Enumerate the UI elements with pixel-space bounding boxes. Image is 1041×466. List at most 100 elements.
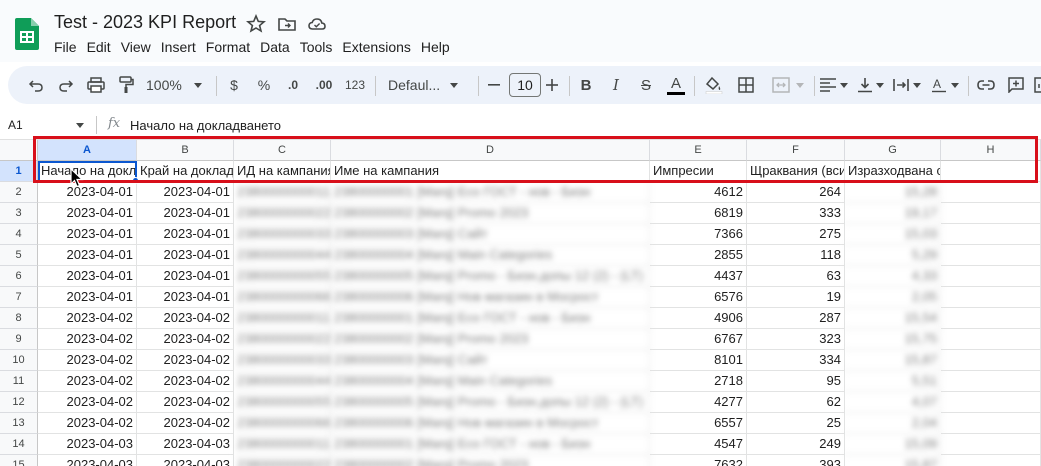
table-cell[interactable]: 4612	[650, 182, 747, 203]
table-cell[interactable]: 15,87	[845, 455, 941, 466]
row-header[interactable]: 7	[0, 287, 38, 308]
sheets-logo-icon[interactable]	[15, 18, 39, 50]
table-cell[interactable]: 393	[747, 455, 845, 466]
row-header[interactable]: 2	[0, 182, 38, 203]
table-cell[interactable]: 23800000001 [Marq] Eco ГОСТ - нов - Бизн	[331, 182, 650, 203]
table-cell[interactable]: 6767	[650, 329, 747, 350]
table-cell[interactable]: 7366	[650, 224, 747, 245]
table-cell[interactable]: 2023-04-01	[38, 266, 137, 287]
table-cell[interactable]: 23800000004 [Marq] Main Categories	[331, 245, 650, 266]
name-box[interactable]: A1	[8, 118, 23, 132]
table-cell[interactable]: 2380000000044	[234, 245, 331, 266]
bold-button[interactable]: B	[576, 66, 596, 104]
table-cell[interactable]: 2380000000022	[234, 455, 331, 466]
increase-decimal-button[interactable]: .00	[311, 66, 337, 104]
table-cell[interactable]: 275	[747, 224, 845, 245]
table-cell[interactable]	[941, 182, 1041, 203]
table-cell[interactable]: 62	[747, 392, 845, 413]
table-cell[interactable]: 6819	[650, 203, 747, 224]
table-cell[interactable]: 2023-04-02	[38, 413, 137, 434]
table-cell[interactable]: 4277	[650, 392, 747, 413]
table-cell[interactable]: 334	[747, 350, 845, 371]
column-header-h[interactable]: H	[941, 140, 1041, 161]
table-cell[interactable]: 2023-04-01	[38, 245, 137, 266]
table-cell[interactable]	[941, 308, 1041, 329]
table-cell[interactable]: 2023-04-03	[137, 455, 234, 466]
table-cell[interactable]: 2023-04-02	[137, 371, 234, 392]
table-cell[interactable]: 2380000000033	[234, 350, 331, 371]
table-cell[interactable]: 2023-04-02	[38, 350, 137, 371]
table-cell[interactable]: 2718	[650, 371, 747, 392]
table-cell[interactable]: 2023-04-02	[38, 308, 137, 329]
table-cell[interactable]: 264	[747, 182, 845, 203]
table-cell[interactable]: 2023-04-03	[137, 434, 234, 455]
table-cell[interactable]: 2380000000044	[234, 371, 331, 392]
zoom-select[interactable]: 100%	[146, 66, 208, 104]
table-cell[interactable]: 23800000003 [Marq] Сайт	[331, 350, 650, 371]
table-cell[interactable]: 4437	[650, 266, 747, 287]
table-cell[interactable]: 23800000006 [Marq] Нов магазин в Мосрост	[331, 413, 650, 434]
vertical-align-button[interactable]	[855, 66, 887, 104]
table-cell[interactable]: 5,51	[845, 371, 941, 392]
row-header[interactable]: 11	[0, 371, 38, 392]
table-cell[interactable]: 23800000001 [Marq] Eco ГОСТ - нов - Бизн	[331, 308, 650, 329]
strikethrough-button[interactable]: S	[636, 66, 656, 104]
header-cell-d[interactable]: Име на кампания	[331, 161, 650, 182]
fill-handle[interactable]	[132, 177, 139, 184]
table-cell[interactable]	[941, 329, 1041, 350]
row-header[interactable]: 3	[0, 203, 38, 224]
row-header[interactable]: 5	[0, 245, 38, 266]
table-cell[interactable]: 2380000000011	[234, 182, 331, 203]
table-cell[interactable]: 6576	[650, 287, 747, 308]
table-cell[interactable]: 2380000000066	[234, 287, 331, 308]
table-cell[interactable]: 287	[747, 308, 845, 329]
table-cell[interactable]: 25	[747, 413, 845, 434]
table-cell[interactable]: 15,03	[845, 224, 941, 245]
borders-button[interactable]	[734, 66, 758, 104]
table-cell[interactable]: 2023-04-03	[38, 455, 137, 466]
row-header[interactable]: 4	[0, 224, 38, 245]
table-cell[interactable]: 15,54	[845, 308, 941, 329]
merge-cells-button[interactable]	[766, 66, 810, 104]
menu-help[interactable]: Help	[421, 39, 458, 55]
table-cell[interactable]	[941, 413, 1041, 434]
row-header[interactable]: 15	[0, 455, 38, 466]
decrease-decimal-button[interactable]: .0	[281, 66, 305, 104]
horizontal-align-button[interactable]	[816, 66, 852, 104]
fill-color-button[interactable]	[702, 66, 726, 104]
table-cell[interactable]: 4906	[650, 308, 747, 329]
table-cell[interactable]: 2023-04-02	[137, 392, 234, 413]
column-header-d[interactable]: D	[331, 140, 650, 161]
row-header[interactable]: 14	[0, 434, 38, 455]
header-cell-a[interactable]: Начало на докл	[38, 161, 137, 182]
menu-tools[interactable]: Tools	[300, 39, 341, 55]
paint-format-button[interactable]	[114, 66, 138, 104]
table-cell[interactable]: 2023-04-02	[38, 392, 137, 413]
table-cell[interactable]	[941, 350, 1041, 371]
cloud-saved-icon[interactable]	[307, 14, 327, 34]
table-cell[interactable]: 63	[747, 266, 845, 287]
table-cell[interactable]: 4,07	[845, 392, 941, 413]
table-cell[interactable]: 2023-04-02	[38, 371, 137, 392]
table-cell[interactable]	[941, 287, 1041, 308]
table-cell[interactable]	[941, 371, 1041, 392]
table-cell[interactable]: 4,33	[845, 266, 941, 287]
star-icon[interactable]	[246, 14, 266, 34]
table-cell[interactable]: 2380000000022	[234, 203, 331, 224]
table-cell[interactable]: 2023-04-01	[137, 203, 234, 224]
table-cell[interactable]: 23800000005 [Marq] Promo - Бизн.допы 12 …	[331, 266, 650, 287]
more-formats-button[interactable]: 123	[343, 66, 367, 104]
header-cell-h[interactable]	[941, 161, 1041, 182]
table-cell[interactable]	[941, 245, 1041, 266]
table-cell[interactable]: 23800000006 [Marq] Нов магазин в Мосрост	[331, 287, 650, 308]
table-cell[interactable]: 6557	[650, 413, 747, 434]
column-header-a[interactable]: A	[38, 140, 137, 161]
menu-extensions[interactable]: Extensions	[342, 39, 418, 55]
font-size-input[interactable]: 10	[506, 66, 544, 104]
menu-file[interactable]: File	[54, 39, 85, 55]
table-cell[interactable]: 23800000002 [Marq] Promo 2023	[331, 203, 650, 224]
table-cell[interactable]: 23800000002 [Marq] Promo 2023	[331, 455, 650, 466]
table-cell[interactable]: 15,28	[845, 182, 941, 203]
table-cell[interactable]: 19,17	[845, 203, 941, 224]
table-cell[interactable]: 2380000000011	[234, 434, 331, 455]
